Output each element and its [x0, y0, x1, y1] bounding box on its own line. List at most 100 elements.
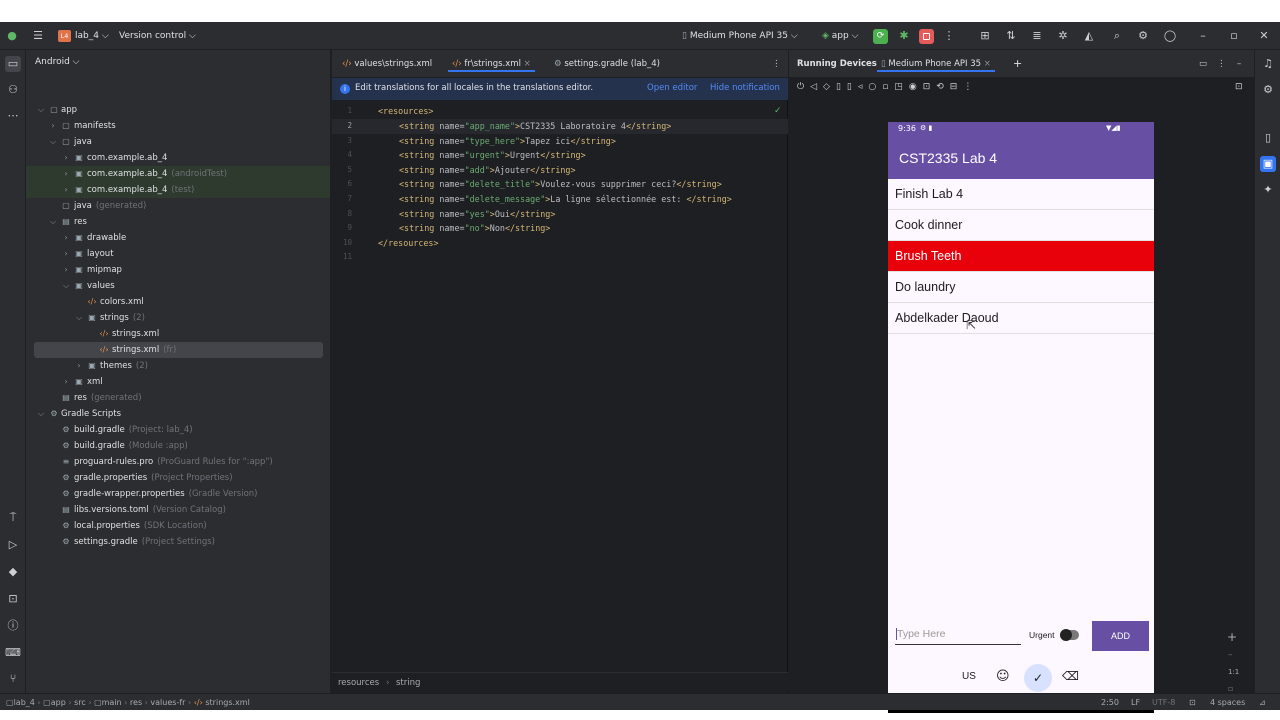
- profiler-icon[interactable]: ◭: [1081, 28, 1097, 44]
- readonly-icon[interactable]: ⊡: [1189, 696, 1196, 709]
- tree-item-package-test[interactable]: › ▣ com.example.ab_4 (test): [26, 182, 330, 198]
- logcat-icon[interactable]: ⊡: [5, 591, 21, 607]
- breadcrumb-item[interactable]: resources: [338, 678, 379, 688]
- line-separator[interactable]: LF: [1131, 696, 1140, 709]
- todo-item[interactable]: Abdelkader Daoud: [888, 303, 1154, 334]
- add-button[interactable]: ADD: [1092, 621, 1149, 651]
- stop-button[interactable]: [919, 29, 934, 44]
- project-selector[interactable]: lab_4 ⌵: [75, 29, 109, 43]
- running-devices-icon[interactable]: ▣: [1260, 156, 1276, 172]
- path-item[interactable]: values-fr: [150, 698, 185, 707]
- device-manager-side-icon[interactable]: ▯: [1260, 130, 1276, 146]
- device-selector[interactable]: ▯ Medium Phone API 35 ⌵: [682, 29, 798, 43]
- tree-item-java[interactable]: ⌵ ▢ java: [26, 134, 330, 150]
- run-config-selector[interactable]: ◈ app ⌵: [822, 29, 858, 43]
- tree-item-strings-xml[interactable]: ‹/› strings.xml: [26, 326, 330, 342]
- close-tab-icon[interactable]: ×: [524, 59, 531, 69]
- close-tab-icon[interactable]: ×: [984, 59, 991, 69]
- panel-options-icon[interactable]: ⋮: [1217, 56, 1226, 72]
- layout-icon[interactable]: ≣: [1029, 28, 1045, 44]
- todo-item[interactable]: Cook dinner: [888, 210, 1154, 241]
- urgent-switch[interactable]: [1060, 629, 1079, 641]
- debug-icon[interactable]: ✱: [896, 28, 912, 44]
- emulator-screen[interactable]: 9:36 ⚙ ▮ ▼◢▮ CST2335 Lab 4 Finish Lab 4 …: [888, 122, 1154, 713]
- tab-medium-phone[interactable]: ▯ Medium Phone API 35 ×: [877, 56, 995, 72]
- file-encoding[interactable]: UTF-8: [1152, 696, 1175, 709]
- tab-menu-icon[interactable]: ⋮: [772, 56, 781, 72]
- emulator-controls-icon[interactable]: ⏻◁◇▯▯◃○▫◳◉⊡⟲⊟⋮: [797, 82, 978, 92]
- close-icon[interactable]: ✕: [1256, 28, 1272, 44]
- tree-item-package-androidtest[interactable]: › ▣ com.example.ab_4 (androidTest): [26, 166, 330, 182]
- gradle-tool-icon[interactable]: ⚙: [1260, 82, 1276, 98]
- tree-item-gradle-wrapper[interactable]: ⚙ gradle-wrapper.properties (Gradle Versio…: [26, 486, 330, 502]
- done-icon[interactable]: ✓: [1024, 664, 1052, 692]
- caret-position[interactable]: 2:50: [1101, 696, 1119, 709]
- backspace-icon[interactable]: ⌫: [1062, 669, 1079, 683]
- panel-layout-icon[interactable]: ▭: [1199, 56, 1207, 72]
- bug-icon[interactable]: ✲: [1055, 28, 1071, 44]
- tree-item-app[interactable]: ⌵ ▢ app: [26, 102, 330, 118]
- emoji-icon[interactable]: ☺: [996, 669, 1010, 684]
- tree-item-java-generated[interactable]: ▢ java (generated): [26, 198, 330, 214]
- code-area[interactable]: 1 2 3 4 5 6 7 8 9 10 11 <resources> <str…: [332, 103, 788, 683]
- tree-item-values[interactable]: ⌵ ▣ values: [26, 278, 330, 294]
- notifications-icon[interactable]: ♫: [1260, 56, 1276, 72]
- account-icon[interactable]: ◯: [1162, 28, 1178, 44]
- todo-item[interactable]: Do laundry: [888, 272, 1154, 303]
- vcs-selector[interactable]: Version control ⌵: [119, 29, 196, 43]
- git-icon[interactable]: ⑂: [5, 671, 21, 687]
- todo-input[interactable]: Type Here: [895, 624, 1021, 645]
- open-editor-link[interactable]: Open editor: [647, 83, 697, 93]
- more-tools-icon[interactable]: ⋯: [5, 108, 21, 124]
- tree-item-build-gradle-module[interactable]: ⚙ build.gradle (Module :app): [26, 438, 330, 454]
- tab-running-devices[interactable]: Running Devices: [797, 56, 877, 72]
- run-tool-icon[interactable]: ▷: [5, 537, 21, 553]
- path-item[interactable]: main: [102, 698, 122, 707]
- indent-setting[interactable]: 4 spaces: [1210, 696, 1245, 709]
- panel-minimize-icon[interactable]: –: [1237, 56, 1241, 72]
- hide-notification-link[interactable]: Hide notification: [710, 83, 780, 93]
- path-item[interactable]: app: [51, 698, 66, 707]
- tree-item-settings-gradle[interactable]: ⚙ settings.gradle (Project Settings): [26, 534, 330, 550]
- tree-item-mipmap[interactable]: › ▣ mipmap: [26, 262, 330, 278]
- zoom-out-icon[interactable]: –: [1228, 650, 1233, 660]
- path-item[interactable]: res: [130, 698, 142, 707]
- resource-manager-icon[interactable]: ⚇: [5, 82, 21, 98]
- tree-item-res[interactable]: ⌵ ▤ res: [26, 214, 330, 230]
- path-item[interactable]: lab_4: [14, 698, 35, 707]
- run-button[interactable]: ⟳: [873, 29, 888, 44]
- zoom-actual-size[interactable]: 1:1: [1228, 668, 1239, 676]
- main-menu-icon[interactable]: ☰: [30, 28, 46, 44]
- tab-fr-strings[interactable]: ‹/› fr\strings.xml ×: [448, 56, 535, 72]
- tree-item-manifests[interactable]: › ▢ manifests: [26, 118, 330, 134]
- keyboard-lang[interactable]: US: [962, 671, 976, 682]
- problems-icon[interactable]: ⓘ: [5, 618, 21, 634]
- zoom-in-icon[interactable]: +: [1227, 630, 1237, 644]
- project-tool-icon[interactable]: ▭: [5, 56, 21, 72]
- breadcrumb-item[interactable]: string: [396, 678, 420, 688]
- tree-item-proguard[interactable]: ≡ proguard-rules.pro (ProGuard Rules for "…: [26, 454, 330, 470]
- more-actions-icon[interactable]: ⋮: [941, 28, 957, 44]
- path-item[interactable]: strings.xml: [205, 698, 249, 707]
- tree-item-strings-xml-fr[interactable]: ‹/› strings.xml (fr): [34, 342, 323, 358]
- tree-item-layout[interactable]: › ▣ layout: [26, 246, 330, 262]
- sync-icon[interactable]: ⇅: [1003, 28, 1019, 44]
- zoom-fit-icon[interactable]: ▫: [1228, 684, 1233, 693]
- tree-item-drawable[interactable]: › ▣ drawable: [26, 230, 330, 246]
- tree-item-local-properties[interactable]: ⚙ local.properties (SDK Location): [26, 518, 330, 534]
- tree-item-gradle-properties[interactable]: ⚙ gradle.properties (Project Properties): [26, 470, 330, 486]
- device-manager-icon[interactable]: ⊞: [977, 28, 993, 44]
- maximize-icon[interactable]: ▫: [1226, 28, 1242, 44]
- gemini-icon[interactable]: ✦: [1260, 182, 1276, 198]
- add-device-icon[interactable]: +: [1013, 56, 1022, 72]
- terminal-icon[interactable]: ⌨: [5, 645, 21, 661]
- todo-item-urgent[interactable]: Brush Teeth: [888, 241, 1154, 272]
- tree-item-libs-versions[interactable]: ▤ libs.versions.toml (Version Catalog): [26, 502, 330, 518]
- build-variants-icon[interactable]: ⍑: [5, 510, 21, 526]
- project-view-selector[interactable]: Android ⌵: [35, 57, 79, 67]
- settings-icon[interactable]: ⚙: [1135, 28, 1151, 44]
- minimize-icon[interactable]: –: [1195, 28, 1211, 44]
- lock-icon[interactable]: ⊿: [1259, 696, 1266, 709]
- tree-item-colors-xml[interactable]: ‹/› colors.xml: [26, 294, 330, 310]
- app-quality-icon[interactable]: ◆: [5, 564, 21, 580]
